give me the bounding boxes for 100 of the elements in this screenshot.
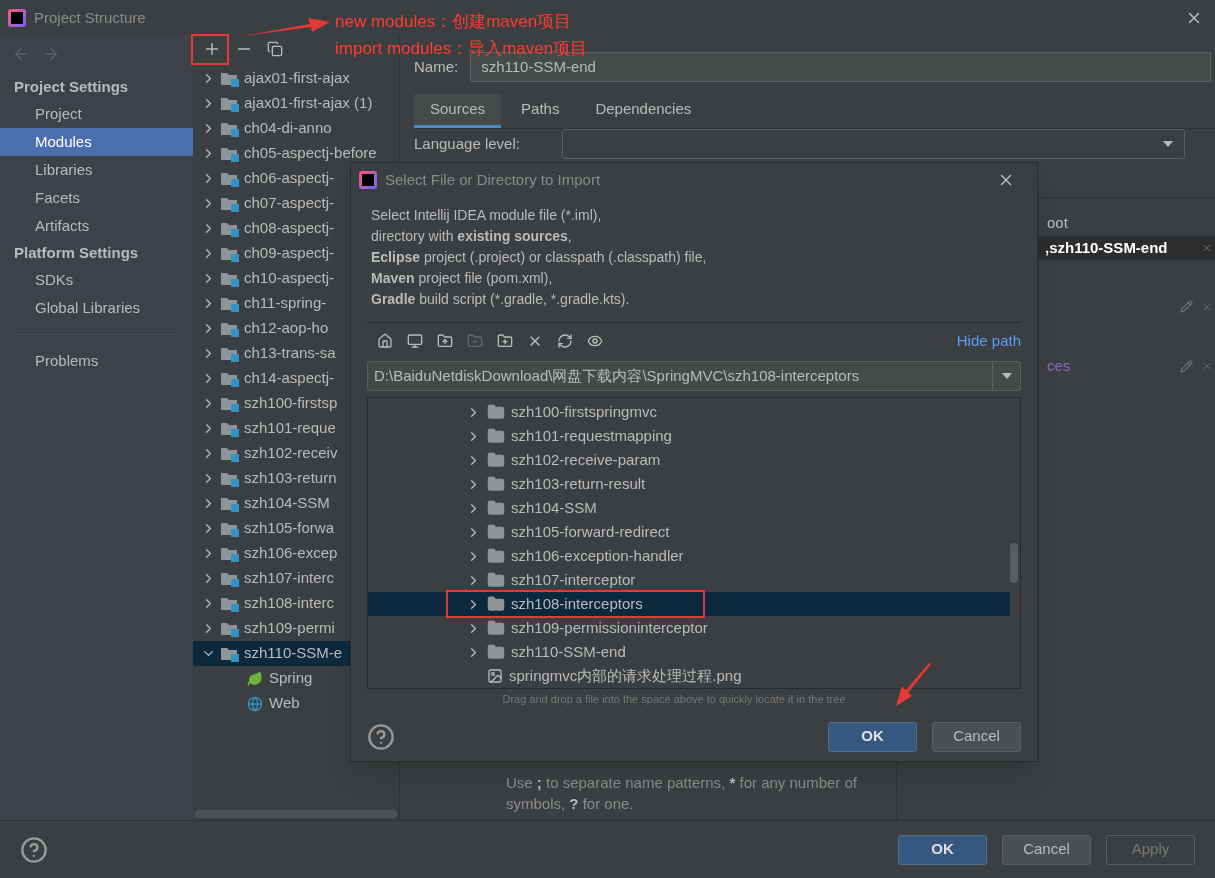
file-label: springmvc内部的请求处理过程.png <box>509 665 742 686</box>
tab[interactable]: Paths <box>505 94 576 128</box>
eye-icon[interactable] <box>587 333 603 349</box>
module-label: ch09-aspectj- <box>244 243 335 264</box>
annotation-text: new modules：创建maven项目 <box>335 11 573 33</box>
module-label: szh107-interc <box>244 568 335 589</box>
add-icon[interactable] <box>203 40 221 58</box>
file-label: szh100-firstspringmvc <box>511 401 657 422</box>
sidebar-item[interactable]: Project <box>0 100 193 128</box>
language-level-label: Language level: <box>414 133 520 154</box>
home-icon[interactable] <box>377 333 393 349</box>
description-line: Select Intellij IDEA module file (*.iml), <box>371 206 603 225</box>
dropdown-caret-icon <box>1000 372 1013 380</box>
image-file-icon <box>487 668 503 684</box>
window-title: Project Structure <box>34 7 146 28</box>
hide-path-link[interactable]: Hide path <box>956 329 1021 353</box>
module-label: ch12-aop-ho <box>244 318 329 339</box>
content-root-path: ,szh110-SSM-end <box>1045 237 1168 258</box>
module-label: szh108-interc <box>244 593 335 614</box>
module-tree-item[interactable]: ch04-di-anno <box>193 116 399 141</box>
highlight-box <box>191 34 229 65</box>
file-tree-item[interactable]: szh108-interceptors <box>368 592 1010 616</box>
description-line: Maven project file (pom.xml), <box>371 269 554 288</box>
dropdown-caret-icon <box>1161 140 1174 148</box>
tab[interactable]: Dependencies <box>579 94 708 128</box>
module-label: ch10-aspectj- <box>244 268 335 289</box>
path-field[interactable]: D:\BaiduNetdiskDownload\网盘下载内容\SpringMVC\szh108-interceptors <box>367 361 1021 391</box>
folder-icon <box>487 451 505 469</box>
desktop-icon[interactable] <box>407 333 423 349</box>
module-tree-item[interactable]: ch05-aspectj-before <box>193 141 399 166</box>
module-label: ch11-spring- <box>244 293 327 314</box>
sidebar-item[interactable]: Problems <box>0 347 193 375</box>
help-icon[interactable] <box>367 722 395 751</box>
module-label: szh103-return <box>244 468 337 489</box>
sidebar-item[interactable]: Global Libraries <box>0 294 193 322</box>
module-tree-item[interactable]: ajax01-first-ajax (1) <box>193 91 399 116</box>
folder-icon <box>487 595 505 613</box>
module-label: szh102-receiv <box>244 443 338 464</box>
scrollbar[interactable] <box>1010 543 1018 583</box>
module-label: ajax01-first-ajax (1) <box>244 93 373 114</box>
section-header: Project Settings <box>13 76 130 97</box>
module-label: ch05-aspectj-before <box>244 143 377 164</box>
file-label: szh104-SSM <box>511 497 597 518</box>
file-label: szh109-permissioninterceptor <box>511 617 708 638</box>
file-label: szh103-return-result <box>511 473 646 494</box>
module-tree-item[interactable]: ajax01-first-ajax <box>193 66 399 91</box>
remove-icon[interactable] <box>1201 242 1213 254</box>
globe-icon <box>247 695 263 712</box>
cancel-button[interactable]: Cancel <box>932 721 1021 752</box>
ok-button[interactable]: OK <box>828 721 917 752</box>
tab[interactable]: Sources <box>414 94 502 128</box>
refresh-icon[interactable] <box>557 333 573 349</box>
description-line: Eclipse project (.project) or classpath (.classpath) file, <box>371 248 708 267</box>
folder-icon <box>487 427 505 445</box>
sidebar-item[interactable]: Libraries <box>0 156 193 184</box>
dialog-title: Select File or Directory to Import <box>385 169 601 190</box>
module-label: ch14-aspectj- <box>244 368 335 389</box>
module-label: ch04-di-anno <box>244 118 332 139</box>
copy-icon[interactable] <box>267 41 283 57</box>
cancel-button[interactable]: Cancel <box>1002 834 1091 865</box>
sidebar-item[interactable]: Artifacts <box>0 212 193 240</box>
module-label: szh106-excep <box>244 543 338 564</box>
section-header: Platform Settings <box>13 242 140 263</box>
content-root-label: oot <box>1047 213 1069 233</box>
file-label: szh106-exception-handler <box>511 545 684 566</box>
facet-label: Web <box>269 693 300 714</box>
module-label: szh110-SSM-e <box>244 643 343 664</box>
module-tree-item[interactable]: ch12-aop-ho <box>193 316 399 341</box>
file-label: szh102-receive-param <box>511 449 661 470</box>
description-line: directory with existing sources, <box>371 227 573 246</box>
folder-icon <box>487 403 505 421</box>
new-folder-icon[interactable] <box>497 333 513 349</box>
folder-icon <box>487 547 505 565</box>
folder-icon[interactable] <box>437 333 453 349</box>
folder-category-label: ces <box>1047 356 1071 376</box>
sidebar-item[interactable]: Facets <box>0 184 193 212</box>
module-label: szh104-SSM <box>244 493 330 514</box>
module-label: ch13-trans-sa <box>244 343 336 364</box>
app-logo-icon <box>359 171 377 189</box>
module-label: szh100-firstsp <box>244 393 338 414</box>
ok-button[interactable]: OK <box>898 834 987 865</box>
description-line: Gradle build script (*.gradle, *.gradle.kts). <box>371 290 631 309</box>
module-label: szh105-forwa <box>244 518 335 539</box>
app-logo-icon <box>8 9 26 27</box>
leaf-icon <box>247 670 263 687</box>
sidebar-item[interactable]: Modules <box>0 128 193 156</box>
path-value: D:\BaiduNetdiskDownload\网盘下载内容\SpringMVC\szh108-interceptors <box>373 365 861 386</box>
module-label: szh101-reque <box>244 418 336 439</box>
help-icon[interactable] <box>20 835 48 864</box>
folder-icon <box>487 499 505 517</box>
file-label: szh105-forward-redirect <box>511 521 670 542</box>
module-label: szh109-permi <box>244 618 335 639</box>
folder-icon <box>487 523 505 541</box>
module-label: ch06-aspectj- <box>244 168 335 189</box>
module-label: ajax01-first-ajax <box>244 68 350 89</box>
file-label: szh107-interceptor <box>511 569 636 590</box>
folder-icon <box>487 643 505 661</box>
file-label: szh101-requestmapping <box>511 425 672 446</box>
sidebar-item[interactable]: SDKs <box>0 266 193 294</box>
module-tree-item[interactable]: Web <box>193 691 399 716</box>
